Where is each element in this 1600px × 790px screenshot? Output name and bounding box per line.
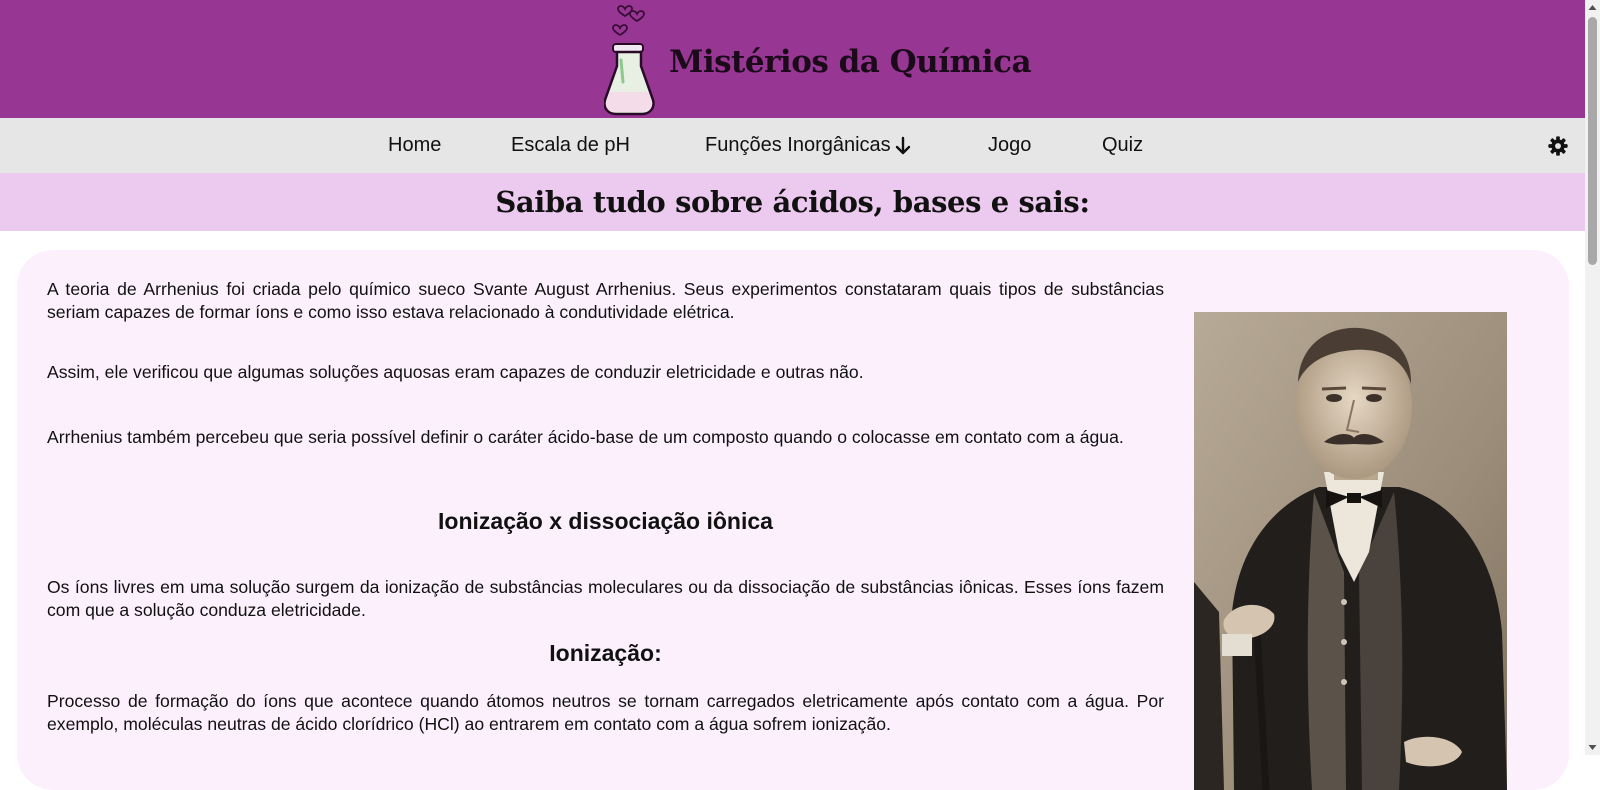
nav-item-funcoes-label: Funções Inorgânicas xyxy=(705,134,891,156)
scroll-up-icon[interactable] xyxy=(1585,0,1600,15)
page-title: Saiba tudo sobre ácidos, bases e sais: xyxy=(495,185,1090,219)
paragraph-intro: A teoria de Arrhenius foi criada pelo qu… xyxy=(47,279,1164,322)
nav-item-home[interactable]: Home xyxy=(388,118,441,173)
title-bar: Saiba tudo sobre ácidos, bases e sais: xyxy=(0,173,1585,231)
paragraph-free-ions: Os íons livres em uma solução surgem da … xyxy=(47,577,1164,620)
logo-text: Mistérios da Química xyxy=(669,44,1032,80)
section-heading: Ionização x dissociação iônica xyxy=(438,508,773,534)
site-logo[interactable]: Mistérios da Química xyxy=(604,0,1032,118)
scroll-down-icon[interactable] xyxy=(1585,740,1600,755)
content-card: A teoria de Arrhenius foi criada pelo qu… xyxy=(17,250,1569,790)
paragraph-acid-base: Arrhenius também percebeu que seria poss… xyxy=(47,427,1124,447)
nav-item-escala-ph[interactable]: Escala de pH xyxy=(511,118,630,173)
nav-item-jogo[interactable]: Jogo xyxy=(988,118,1031,173)
subheading-ionizacao: Ionização: xyxy=(549,640,662,666)
site-header: Mistérios da Química xyxy=(0,0,1585,118)
nav-item-funcoes-inorganicas[interactable]: Funções Inorgânicas xyxy=(705,118,911,173)
page-scrollbar[interactable] xyxy=(1585,0,1600,755)
paragraph-ionizacao: Processo de formação do íons que acontec… xyxy=(47,691,1164,734)
arrow-down-icon xyxy=(895,136,910,154)
paragraph-conductivity: Assim, ele verificou que algumas soluçõe… xyxy=(47,362,864,382)
flask-with-hearts-icon xyxy=(604,5,655,116)
arrhenius-portrait-photo xyxy=(1194,312,1507,790)
main-nav: Home Escala de pH Funções Inorgânicas Jo… xyxy=(0,118,1585,173)
scroll-thumb[interactable] xyxy=(1588,17,1597,265)
gear-icon[interactable] xyxy=(1547,135,1569,157)
nav-item-quiz[interactable]: Quiz xyxy=(1102,118,1143,173)
